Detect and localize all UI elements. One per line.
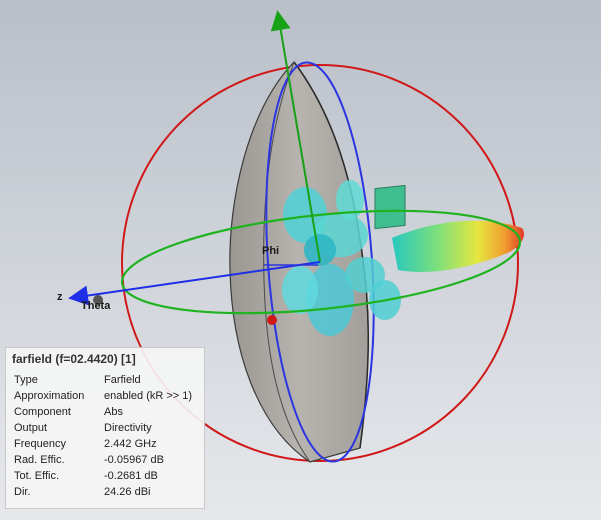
theta-label: Theta (81, 300, 111, 312)
feed-block (374, 184, 406, 230)
info-key: Frequency (14, 438, 66, 450)
info-row: Dir. 24.26 dBi (12, 484, 198, 500)
info-value: -0.05967 dB (104, 454, 164, 466)
info-key: Component (14, 406, 71, 418)
info-key: Approximation (14, 390, 85, 402)
info-key: Type (14, 374, 38, 386)
info-key: Dir. (14, 486, 31, 498)
info-key: Rad. Effic. (14, 454, 65, 466)
info-value: 24.26 dBi (104, 486, 151, 498)
z-axis-label: z (57, 291, 63, 303)
info-value: 2.442 GHz (104, 438, 157, 450)
info-row: Tot. Effic. -0.2681 dB (12, 468, 198, 484)
info-row: Component Abs (12, 404, 198, 420)
origin-marker (267, 315, 277, 325)
phi-label: Phi (262, 245, 279, 257)
info-row: Frequency 2.442 GHz (12, 436, 198, 452)
info-row: Approximation enabled (kR >> 1) (12, 388, 198, 404)
info-value: Abs (104, 406, 123, 418)
main-beam-lobe (392, 220, 525, 273)
info-key: Output (14, 422, 48, 434)
info-value: enabled (kR >> 1) (104, 390, 193, 402)
info-value: -0.2681 dB (104, 470, 158, 482)
info-row: Rad. Effic. -0.05967 dB (12, 452, 198, 468)
info-value: Farfield (104, 374, 141, 386)
info-row: Type Farfield (12, 372, 198, 388)
info-panel-title: farfield (f=02.4420) [1] (12, 352, 136, 366)
info-key: Tot. Effic. (14, 470, 60, 482)
farfield-info-panel: farfield (f=02.4420) [1] Type Farfield A… (5, 347, 205, 509)
info-row: Output Directivity (12, 420, 198, 436)
info-value: Directivity (104, 422, 152, 434)
